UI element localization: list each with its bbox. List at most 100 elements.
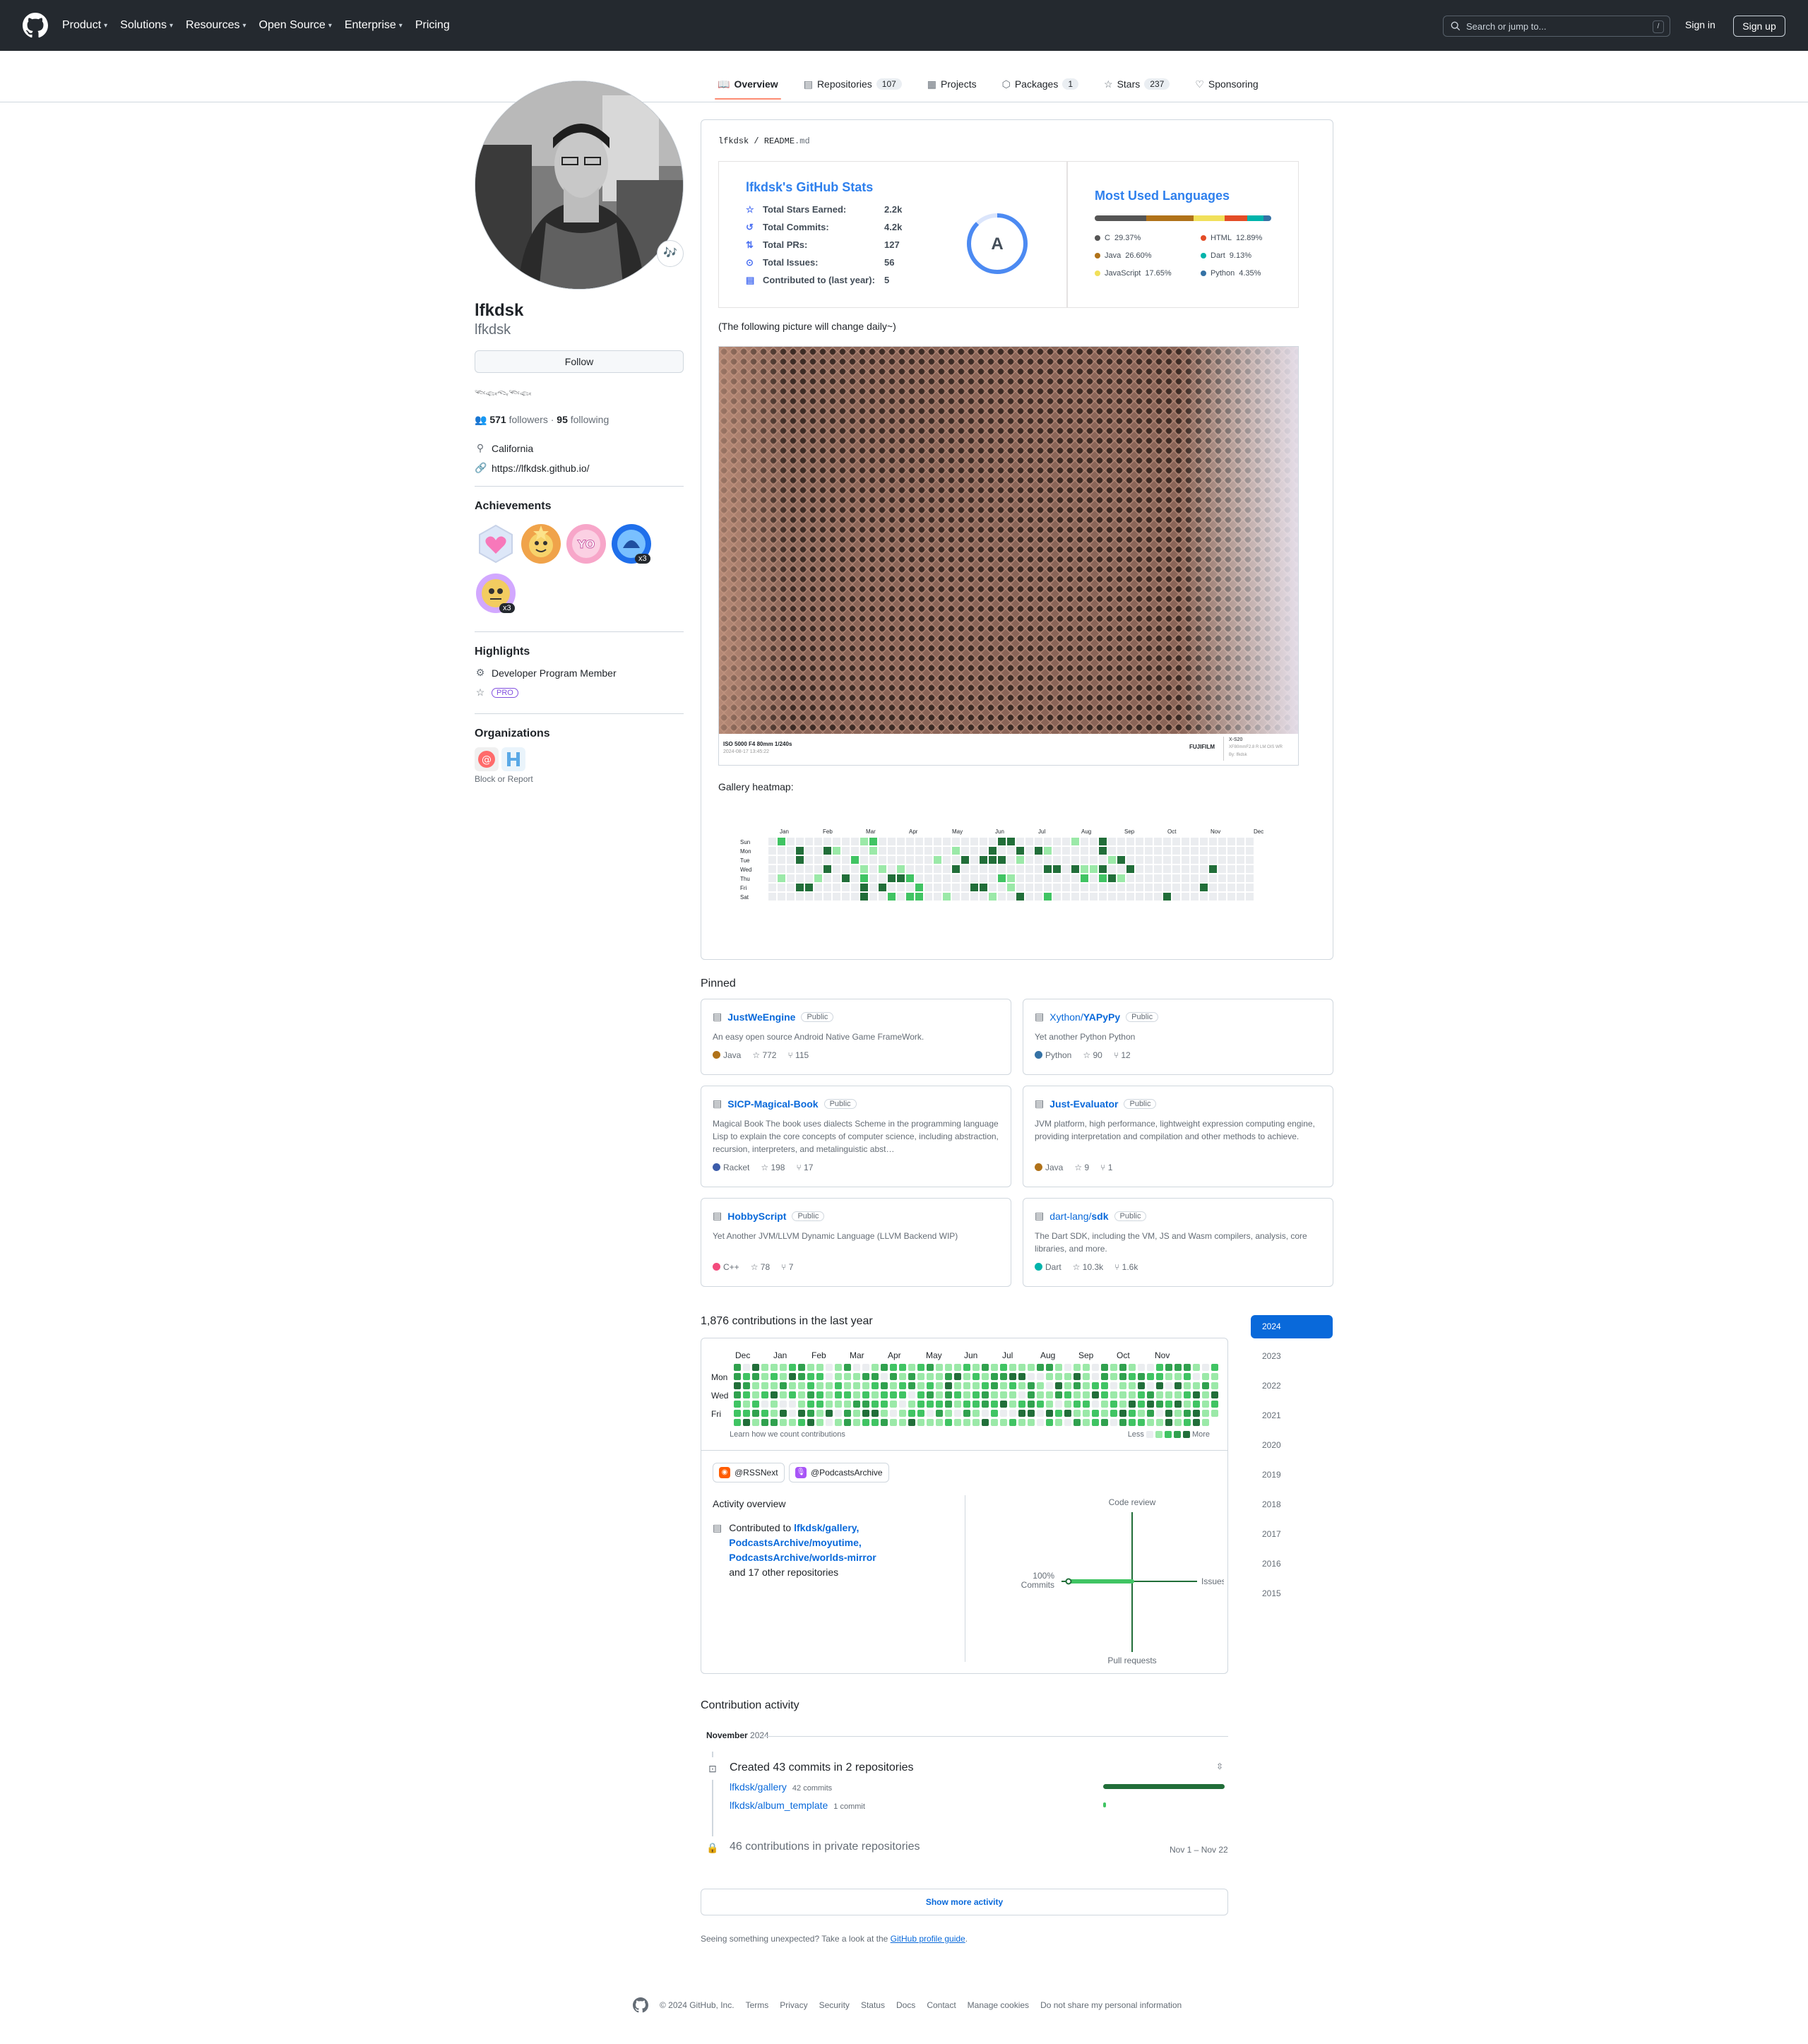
repo-stars-link[interactable]: ☆ 198 [761, 1163, 785, 1172]
sign-up-button[interactable]: Sign up [1733, 16, 1785, 37]
pinned-repo-link[interactable]: HobbyScript [727, 1211, 786, 1222]
achievement-yolo[interactable]: YO [565, 523, 607, 565]
year-2023[interactable]: 2023 [1251, 1345, 1333, 1368]
repo-stars-link[interactable]: ☆ 78 [751, 1262, 770, 1272]
gallery-heat-cell [961, 847, 969, 855]
footer-link-do-not-share[interactable]: Do not share my personal information [1040, 2000, 1182, 2010]
repo-forks-link[interactable]: ⑂ 1 [1100, 1163, 1112, 1172]
pinned-repo-link[interactable]: dart-lang/sdk [1049, 1211, 1108, 1222]
year-2024[interactable]: 2024 [1251, 1315, 1333, 1338]
org-filter-rssnext[interactable]: ◉ @RSSNext [713, 1463, 785, 1483]
nav-solutions[interactable]: Solutions ▾ [120, 19, 173, 32]
followers-link[interactable]: followers [509, 414, 548, 425]
show-more-activity-button[interactable]: Show more activity [701, 1889, 1228, 1915]
year-2015[interactable]: 2015 [1251, 1582, 1333, 1605]
org-avatar-podcastsarchive[interactable] [501, 747, 525, 771]
activity-commit-count[interactable]: 1 commit [833, 1802, 865, 1811]
contribution-day-cell [1138, 1401, 1145, 1408]
contribution-day-cell [761, 1419, 768, 1426]
year-2020[interactable]: 2020 [1251, 1434, 1333, 1457]
block-or-report-link[interactable]: Block or Report [475, 774, 533, 784]
github-logo-icon[interactable] [633, 1997, 648, 2013]
nav-open-source[interactable]: Open Source ▾ [259, 19, 332, 32]
highlight-text: Developer Program Member [492, 667, 617, 679]
tab-packages[interactable]: ⬡ Packages 1 [999, 68, 1081, 100]
nav-pricing[interactable]: Pricing [415, 19, 450, 32]
followers-count[interactable]: 571 [489, 414, 506, 425]
repo-forks-link[interactable]: ⑂ 115 [787, 1050, 809, 1060]
photo-lens: XF80mmF2.8 R LM OIS WR [1229, 745, 1283, 749]
activity-commit-count[interactable]: 42 commits [792, 1784, 832, 1793]
tab-overview[interactable]: 📖 Overview [715, 68, 781, 100]
nav-enterprise[interactable]: Enterprise ▾ [345, 19, 403, 32]
repo-forks-link[interactable]: ⑂ 1.6k [1114, 1262, 1138, 1272]
gallery-heat-cell [1016, 865, 1024, 873]
year-2018[interactable]: 2018 [1251, 1493, 1333, 1516]
learn-contributions-link[interactable]: Learn how we count contributions [730, 1430, 845, 1439]
repo-forks-link[interactable]: ⑂ 7 [781, 1262, 793, 1272]
repo-forks-link[interactable]: ⑂ 12 [1114, 1050, 1131, 1060]
website-link[interactable]: https://lfkdsk.github.io/ [492, 463, 590, 474]
footer-link-manage-cookies[interactable]: Manage cookies [968, 2000, 1029, 2010]
gallery-heat-cell [1007, 884, 1015, 891]
collapse-toggle-icon[interactable]: ⇳ [1216, 1761, 1223, 1771]
year-2022[interactable]: 2022 [1251, 1374, 1333, 1398]
languages-card[interactable]: Most Used Languages C 29.37% Java 26.60% J… [1067, 161, 1299, 308]
nav-product[interactable]: Product ▾ [62, 19, 107, 32]
contribution-day-cell [936, 1382, 943, 1389]
achievements-heading[interactable]: Achievements [475, 500, 552, 513]
year-2019[interactable]: 2019 [1251, 1463, 1333, 1487]
achievement-starstruck[interactable] [520, 523, 562, 565]
repo-forks-link[interactable]: ⑂ 17 [796, 1163, 813, 1172]
year-2021[interactable]: 2021 [1251, 1404, 1333, 1427]
tab-sponsoring[interactable]: ♡ Sponsoring [1192, 68, 1261, 100]
search-input[interactable]: Search or jump to... / [1443, 16, 1670, 37]
pinned-repo-link[interactable]: Just-Evaluator [1049, 1098, 1118, 1110]
contributed-repo-link[interactable]: PodcastsArchive/moyutime, [729, 1537, 862, 1548]
year-2017[interactable]: 2017 [1251, 1523, 1333, 1546]
contribution-day-cell [991, 1373, 998, 1380]
footer-link-security[interactable]: Security [819, 2000, 850, 2010]
nav-resources[interactable]: Resources ▾ [186, 19, 246, 32]
year-2016[interactable]: 2016 [1251, 1552, 1333, 1576]
following-link[interactable]: following [571, 414, 609, 425]
contribution-day-cell [1193, 1391, 1200, 1398]
following-count[interactable]: 95 [557, 414, 568, 425]
pinned-repo-link[interactable]: JustWeEngine [727, 1011, 795, 1023]
contributed-repo-link[interactable]: PodcastsArchive/worlds-mirror [729, 1552, 876, 1563]
achievement-heart-on-sleeve[interactable] [475, 523, 517, 565]
sign-in-link[interactable]: Sign in [1685, 19, 1715, 30]
pinned-repo-link[interactable]: Xython/YAPyPy [1049, 1011, 1120, 1023]
avatar[interactable] [475, 81, 684, 290]
tab-repositories[interactable]: ▤ Repositories 107 [801, 68, 905, 100]
footer-link-contact[interactable]: Contact [927, 2000, 956, 2010]
org-filter-podcastsarchive[interactable]: 🎙 @PodcastsArchive [789, 1463, 889, 1483]
footer-link-status[interactable]: Status [861, 2000, 885, 2010]
readme-path-owner[interactable]: lfkdsk [718, 136, 749, 146]
contribution-day-cell [853, 1364, 860, 1371]
contribution-day-cell [826, 1373, 833, 1380]
follow-button[interactable]: Follow [475, 350, 684, 373]
repo-stars-link[interactable]: ☆ 10.3k [1073, 1262, 1103, 1272]
tab-projects[interactable]: ▦ Projects [924, 68, 980, 100]
contribution-day-cell [1165, 1364, 1172, 1371]
org-avatar-rssnext[interactable]: @ [475, 747, 499, 771]
github-logo-icon[interactable] [23, 13, 48, 38]
status-emoji-button[interactable]: 🎶 [657, 240, 684, 267]
repo-stars-link[interactable]: ☆ 90 [1083, 1050, 1102, 1060]
footer-link-privacy[interactable]: Privacy [780, 2000, 807, 2010]
language-dot [1095, 253, 1100, 259]
pinned-repo-link[interactable]: SICP-Magical-Book [727, 1098, 818, 1110]
contribution-day-cell [1092, 1373, 1099, 1380]
github-stats-card[interactable]: lfkdsk's GitHub Stats ☆ Total Stars Earne… [718, 161, 1067, 308]
footer-link-docs[interactable]: Docs [896, 2000, 915, 2010]
activity-repo-link[interactable]: lfkdsk/album_template [730, 1800, 828, 1811]
tab-stars[interactable]: ☆ Stars 237 [1101, 68, 1172, 100]
repo-stars-link[interactable]: ☆ 772 [752, 1050, 776, 1060]
daily-photo[interactable]: ISO 5000 F4 80mm 1/240s 2024-08-17 13:45… [718, 346, 1299, 766]
profile-guide-link[interactable]: GitHub profile guide [891, 1934, 965, 1944]
contributed-repo-link[interactable]: lfkdsk/gallery, [794, 1522, 859, 1533]
footer-link-terms[interactable]: Terms [746, 2000, 769, 2010]
repo-stars-link[interactable]: ☆ 9 [1074, 1163, 1089, 1172]
activity-repo-link[interactable]: lfkdsk/gallery [730, 1781, 787, 1793]
